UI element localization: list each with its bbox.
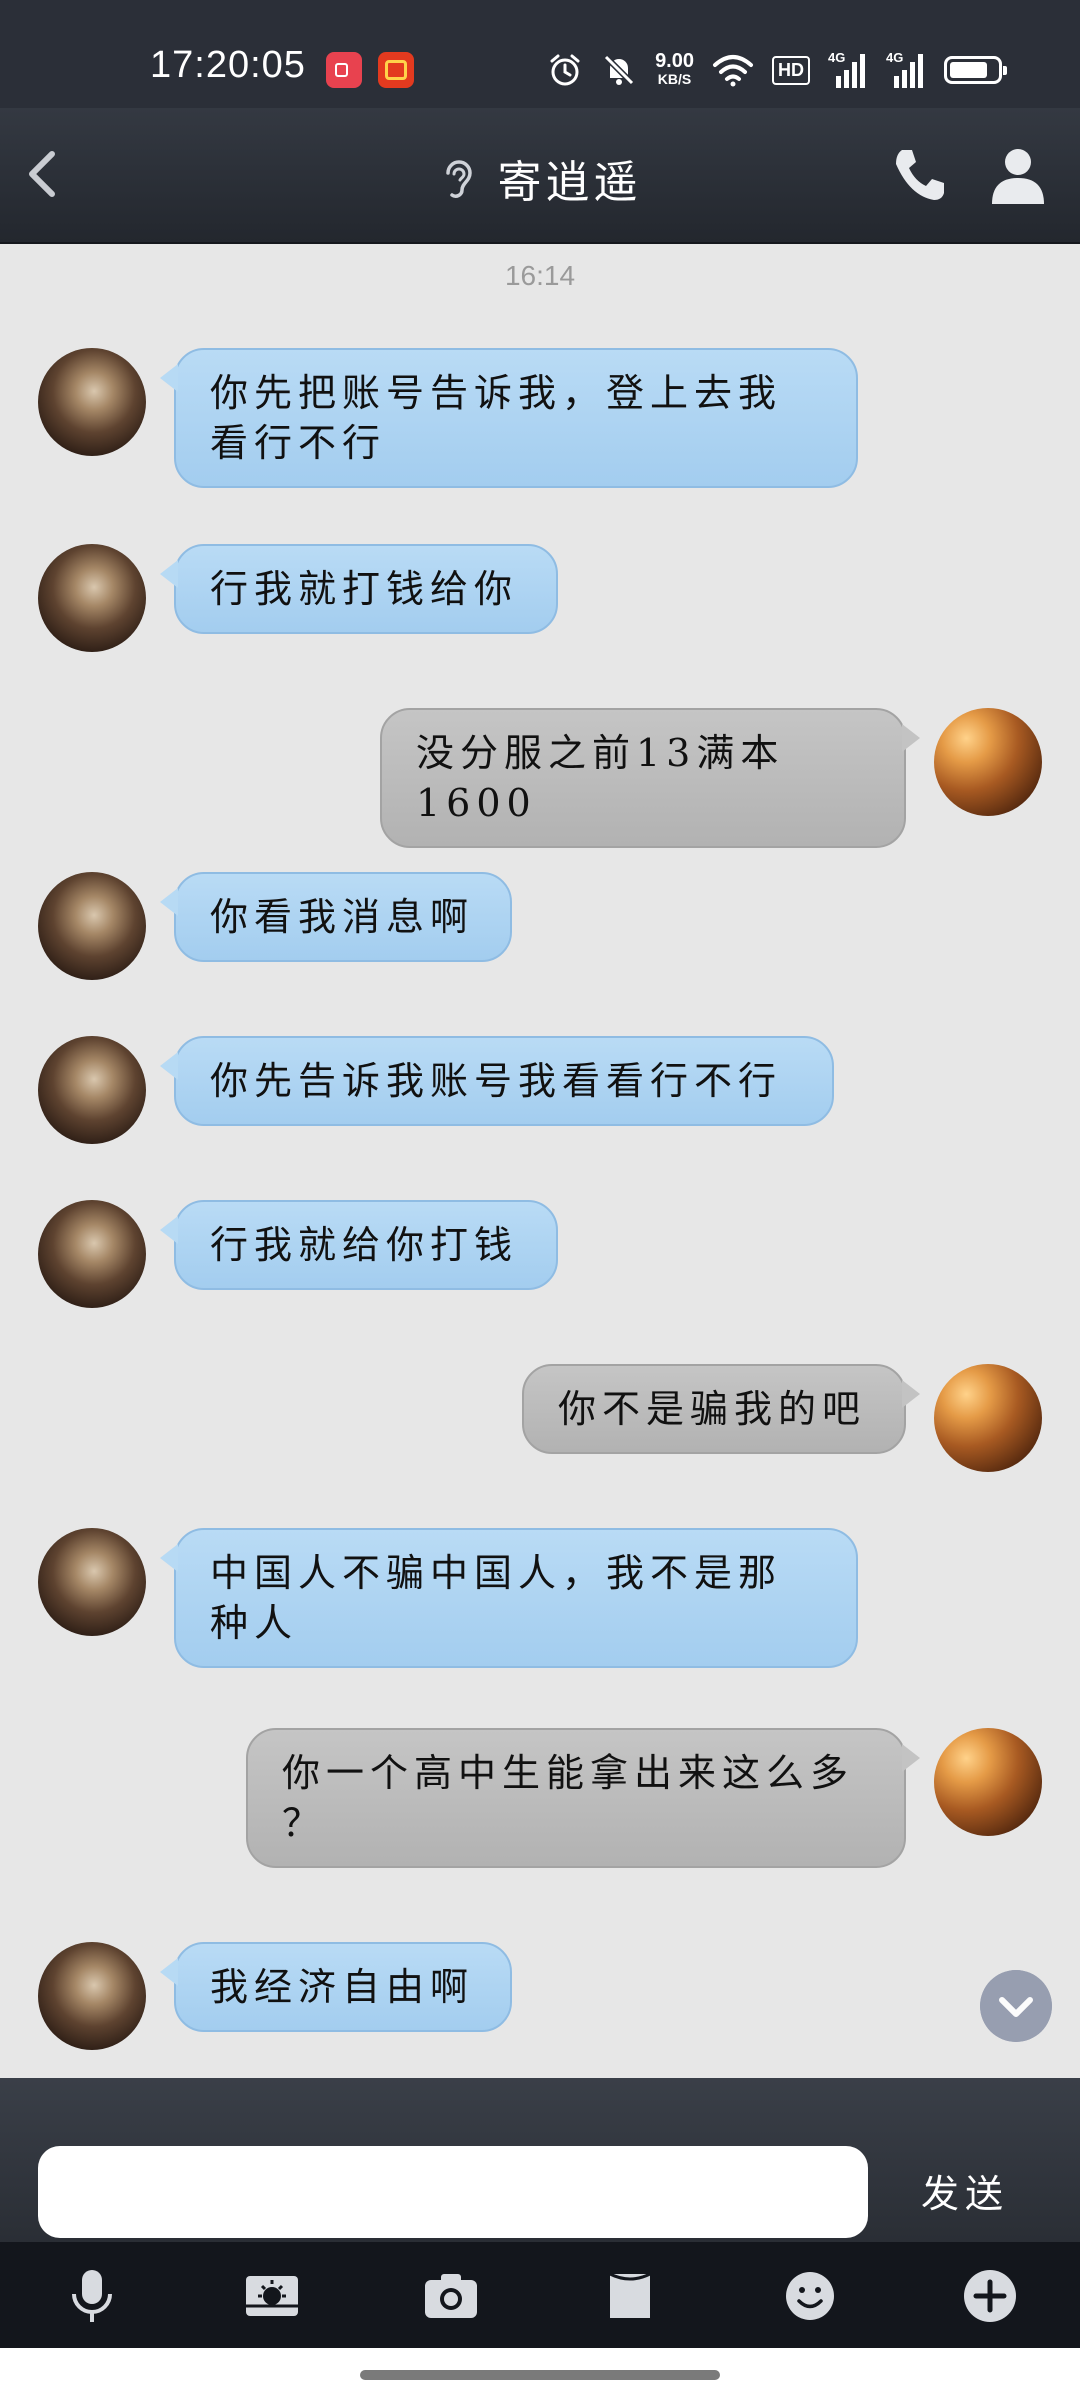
network-speed-unit: KB/S bbox=[657, 71, 692, 87]
contact-avatar[interactable] bbox=[38, 1036, 146, 1144]
message-text-line: 你先把账号告诉我，登上去我 bbox=[210, 371, 783, 415]
message-text-line: 行我就打钱给你 bbox=[210, 567, 519, 611]
message-text-line: 你不是骗我的吧 bbox=[558, 1387, 867, 1431]
outgoing-message-bubble[interactable]: 你一个高中生能拿出来这么多 ？ bbox=[246, 1728, 920, 1868]
outgoing-message-bubble[interactable]: 你不是骗我的吧 bbox=[522, 1364, 920, 1454]
contact-avatar[interactable] bbox=[38, 1942, 146, 2050]
contact-name: 寄逍遥 bbox=[497, 157, 642, 208]
ear-icon[interactable] bbox=[438, 155, 478, 201]
camera-icon[interactable] bbox=[421, 2266, 481, 2326]
microphone-icon[interactable] bbox=[62, 2266, 122, 2326]
incoming-message-bubble[interactable]: 你看我消息啊 bbox=[160, 872, 512, 962]
status-time: 17:20:05 bbox=[150, 44, 306, 86]
plus-icon[interactable] bbox=[960, 2266, 1020, 2326]
network-speed: 9.00 KB/S bbox=[655, 50, 694, 88]
message-text-line: 中国人不骗中国人，我不是那 bbox=[210, 1551, 783, 1595]
signal-4g-icon: 4G bbox=[828, 50, 868, 88]
message-text-line: 看行不行 bbox=[210, 421, 387, 465]
status-bar: 17:20:05 9.00 KB/S HD 4G 4G bbox=[0, 0, 1080, 108]
attachment-toolbar bbox=[0, 2242, 1080, 2348]
signal-4g-icon: 4G bbox=[886, 50, 926, 88]
contact-avatar[interactable] bbox=[38, 544, 146, 652]
incoming-message-bubble[interactable]: 行我就打钱给你 bbox=[160, 544, 558, 634]
incoming-message-bubble[interactable]: 你先把账号告诉我，登上去我 看行不行 bbox=[160, 348, 858, 488]
contact-avatar[interactable] bbox=[38, 348, 146, 456]
contact-avatar[interactable] bbox=[38, 1528, 146, 1636]
my-avatar[interactable] bbox=[934, 1728, 1042, 1836]
send-button[interactable]: 发送 bbox=[890, 2164, 1040, 2224]
emoji-icon[interactable] bbox=[780, 2266, 840, 2326]
incoming-message-bubble[interactable]: 行我就给你打钱 bbox=[160, 1200, 558, 1290]
message-text-line: 行我就给你打钱 bbox=[210, 1223, 519, 1267]
message-timestamp: 16:14 bbox=[504, 260, 576, 291]
chat-screen: 17:20:05 9.00 KB/S HD 4G 4G 寄逍遥 16:14 你先… bbox=[0, 0, 1080, 2400]
message-text-line: 你先告诉我账号我看看行不行 bbox=[210, 1059, 783, 1103]
message-text-line: 种人 bbox=[210, 1601, 299, 1645]
message-text-line: 你看我消息啊 bbox=[210, 895, 475, 939]
incoming-message-bubble[interactable]: 你先告诉我账号我看看行不行 bbox=[160, 1036, 834, 1126]
message-input[interactable] bbox=[38, 2146, 868, 2238]
my-avatar[interactable] bbox=[934, 1364, 1042, 1472]
mute-bell-icon bbox=[603, 54, 635, 86]
message-text-line: 没分服之前13满本1600 bbox=[416, 731, 785, 825]
message-text-line: 我经济自由啊 bbox=[210, 1965, 475, 2009]
message-text-line: 你一个高中生能拿出来这么多 bbox=[282, 1751, 855, 1795]
phone-icon[interactable] bbox=[888, 144, 948, 206]
message-list[interactable]: 16:14 你先把账号告诉我，登上去我 看行不行 行我就打钱给你 没分服之前13… bbox=[0, 244, 1080, 2078]
scroll-to-bottom-icon[interactable] bbox=[980, 1970, 1052, 2042]
battery-level bbox=[950, 62, 987, 78]
chat-header: 寄逍遥 bbox=[0, 108, 1080, 244]
person-icon[interactable] bbox=[986, 144, 1050, 206]
message-text-line: ？ bbox=[282, 1801, 327, 1845]
home-gesture-handle[interactable] bbox=[360, 2370, 720, 2380]
incoming-message-bubble[interactable]: 中国人不骗中国人，我不是那 种人 bbox=[160, 1528, 858, 1668]
network-speed-value: 9.00 bbox=[655, 50, 694, 72]
file-icon[interactable] bbox=[600, 2266, 660, 2326]
wifi-icon bbox=[713, 55, 753, 87]
input-bar: 发送 bbox=[0, 2078, 1080, 2242]
battery-icon bbox=[944, 56, 1007, 84]
alarm-icon bbox=[550, 54, 580, 86]
screen-record-icon bbox=[326, 52, 362, 88]
signal-4g-label: 4G bbox=[886, 50, 904, 65]
contact-avatar[interactable] bbox=[38, 1200, 146, 1308]
incoming-message-bubble[interactable]: 我经济自由啊 bbox=[160, 1942, 512, 2032]
navigation-gesture-area bbox=[0, 2348, 1080, 2400]
signal-4g-label: 4G bbox=[828, 50, 846, 65]
my-avatar[interactable] bbox=[934, 708, 1042, 816]
outgoing-message-bubble[interactable]: 没分服之前13满本1600 bbox=[380, 708, 920, 848]
status-icons: 9.00 KB/S HD 4G 4G bbox=[547, 50, 1007, 90]
app-notification-icon bbox=[378, 52, 414, 88]
hd-icon: HD bbox=[772, 55, 810, 85]
image-icon[interactable] bbox=[242, 2266, 302, 2326]
contact-avatar[interactable] bbox=[38, 872, 146, 980]
